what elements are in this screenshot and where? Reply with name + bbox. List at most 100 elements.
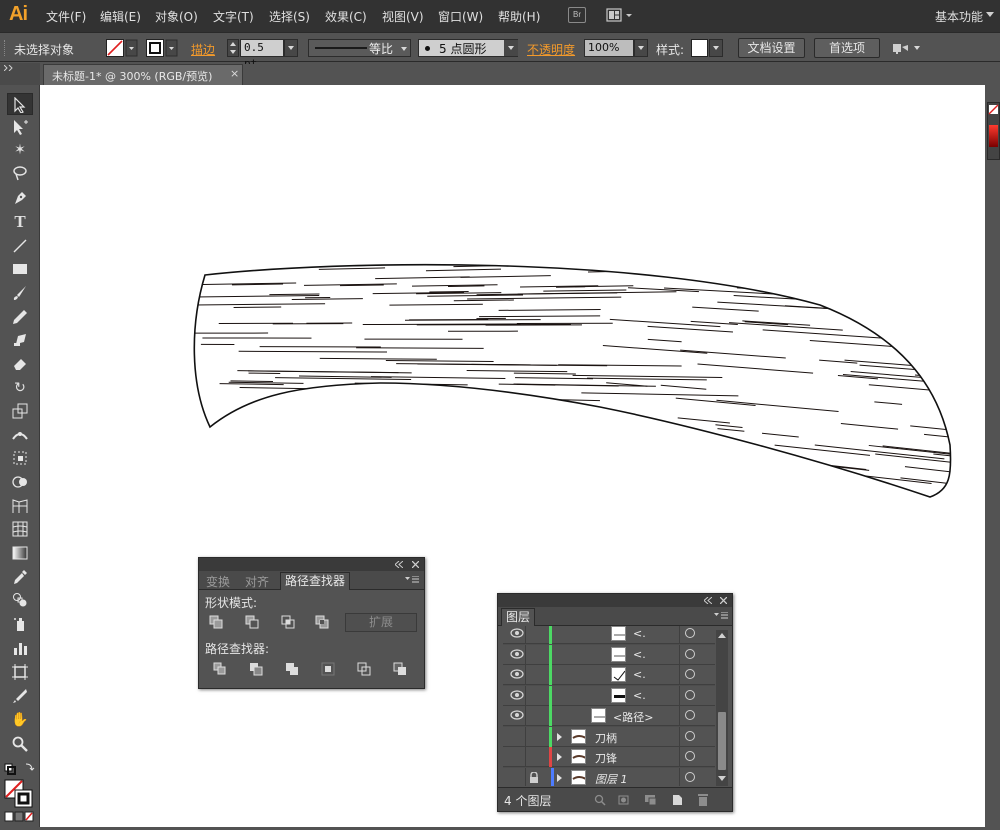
- stroke-weight-dropdown[interactable]: [284, 39, 298, 57]
- gradient-tool-icon[interactable]: [7, 542, 33, 564]
- visibility-eye-icon[interactable]: [510, 689, 524, 701]
- workspace-dropdown-icon[interactable]: [986, 12, 994, 18]
- opacity-dropdown[interactable]: [634, 39, 648, 57]
- artboard-tool-icon[interactable]: [7, 661, 33, 683]
- target-circle-icon[interactable]: [685, 772, 695, 782]
- opacity-label[interactable]: 不透明度: [527, 41, 575, 58]
- layer-row[interactable]: 刀柄: [503, 727, 715, 747]
- layer-row[interactable]: <.: [503, 645, 715, 665]
- menu-help[interactable]: 帮助(H): [498, 8, 540, 25]
- control-panel-menu-icon[interactable]: [892, 40, 922, 56]
- opacity-field[interactable]: 100%: [584, 39, 634, 57]
- tab-layers[interactable]: 图层: [501, 608, 535, 626]
- double-chevron-icon[interactable]: [4, 65, 14, 71]
- eraser-tool-icon[interactable]: [7, 353, 33, 375]
- menu-effect[interactable]: 效果(C): [325, 8, 367, 25]
- zoom-tool-icon[interactable]: [7, 733, 33, 755]
- type-tool-icon[interactable]: T: [7, 211, 33, 233]
- expand-arrow-icon[interactable]: [557, 753, 562, 761]
- paintbrush-tool-icon[interactable]: [7, 282, 33, 304]
- brush-definition[interactable]: 5 点圆形: [418, 39, 518, 57]
- fill-swatch-icon[interactable]: [106, 39, 138, 57]
- layer-row[interactable]: 刀锋: [503, 747, 715, 767]
- layer-name[interactable]: <.: [633, 668, 646, 681]
- layer-name[interactable]: <.: [633, 627, 646, 640]
- blob-brush-tool-icon[interactable]: [7, 329, 33, 351]
- layers-scrollbar[interactable]: [716, 630, 728, 786]
- pencil-tool-icon[interactable]: [7, 306, 33, 328]
- arrange-documents-icon[interactable]: [605, 6, 635, 25]
- eyedropper-tool-icon[interactable]: [7, 566, 33, 588]
- target-circle-icon[interactable]: [685, 628, 695, 638]
- menu-view[interactable]: 视图(V): [382, 8, 424, 25]
- line-segment-tool-icon[interactable]: [7, 235, 33, 257]
- selection-tool-icon[interactable]: [7, 93, 33, 115]
- scroll-up-icon[interactable]: [718, 632, 726, 638]
- fill-stroke-swatch-icon[interactable]: [4, 779, 34, 809]
- lasso-tool-icon[interactable]: [7, 162, 33, 184]
- layer-name[interactable]: <.: [633, 689, 646, 702]
- visibility-eye-icon[interactable]: [510, 627, 524, 639]
- target-circle-icon[interactable]: [685, 649, 695, 659]
- layer-name[interactable]: 图层 1: [595, 771, 628, 787]
- visibility-eye-icon[interactable]: [510, 648, 524, 660]
- toolbar-collapse-grip[interactable]: [0, 63, 40, 85]
- variable-width-profile[interactable]: 等比: [308, 39, 411, 57]
- layer-row[interactable]: <.: [503, 626, 715, 644]
- stroke-label[interactable]: 描边: [191, 41, 215, 58]
- symbol-sprayer-tool-icon[interactable]: [7, 613, 33, 635]
- scale-tool-icon[interactable]: [7, 400, 33, 422]
- column-graph-tool-icon[interactable]: [7, 637, 33, 659]
- panel-menu-icon[interactable]: [714, 612, 728, 620]
- tab-pathfinder[interactable]: 路径查找器: [280, 572, 350, 590]
- direct-selection-tool-icon[interactable]: [7, 116, 33, 138]
- panel-header[interactable]: [199, 558, 424, 571]
- docked-color-panel[interactable]: [987, 102, 1000, 160]
- close-icon[interactable]: ×: [230, 67, 239, 80]
- layer-name[interactable]: <路径>: [613, 709, 653, 725]
- perspective-grid-tool-icon[interactable]: [7, 495, 33, 517]
- tab-align[interactable]: 对齐: [245, 573, 269, 590]
- stroke-swatch-icon[interactable]: [146, 39, 178, 57]
- panel-menu-icon[interactable]: [405, 576, 419, 584]
- layer-row[interactable]: <.: [503, 665, 715, 685]
- preferences-button[interactable]: 首选项: [814, 38, 880, 58]
- rectangle-tool-icon[interactable]: [7, 258, 33, 280]
- shape-mode-buttons[interactable]: [209, 615, 339, 631]
- menu-file[interactable]: 文件(F): [46, 8, 86, 25]
- document-setup-button[interactable]: 文档设置: [738, 38, 805, 58]
- document-tab[interactable]: 未标题-1* @ 300% (RGB/预览) ×: [43, 64, 243, 85]
- menu-window[interactable]: 窗口(W): [438, 8, 483, 25]
- lock-icon[interactable]: [529, 772, 539, 784]
- stroke-weight-field[interactable]: 0.5 pt: [240, 39, 284, 57]
- free-transform-tool-icon[interactable]: [7, 447, 33, 469]
- stroke-weight-stepper-icon[interactable]: [227, 39, 239, 57]
- menu-select[interactable]: 选择(S): [269, 8, 310, 25]
- control-bar-grip[interactable]: [4, 40, 7, 56]
- target-circle-icon[interactable]: [685, 731, 695, 741]
- blend-tool-icon[interactable]: [7, 589, 33, 611]
- layer-row[interactable]: <路径>: [503, 706, 715, 726]
- layer-name[interactable]: 刀锋: [595, 750, 617, 766]
- graphic-style-dropdown[interactable]: [709, 39, 723, 57]
- layer-name[interactable]: 刀柄: [595, 730, 617, 746]
- swatch-dock-icon[interactable]: [988, 103, 999, 159]
- shape-builder-tool-icon[interactable]: [7, 471, 33, 493]
- close-icon[interactable]: [412, 561, 419, 568]
- target-circle-icon[interactable]: [685, 751, 695, 761]
- expand-button[interactable]: 扩展: [345, 613, 417, 632]
- menu-type[interactable]: 文字(T): [213, 8, 254, 25]
- layer-row[interactable]: <.: [503, 686, 715, 706]
- panel-header[interactable]: [498, 594, 732, 607]
- pen-tool-icon[interactable]: [7, 187, 33, 209]
- layers-footer-buttons[interactable]: [594, 793, 719, 807]
- pathfinder-buttons[interactable]: [213, 662, 413, 678]
- visibility-eye-icon[interactable]: [510, 668, 524, 680]
- scrollbar-thumb[interactable]: [718, 712, 726, 770]
- slice-tool-icon[interactable]: [7, 685, 33, 707]
- collapse-panel-icon[interactable]: [395, 561, 403, 568]
- target-circle-icon[interactable]: [685, 669, 695, 679]
- menu-object[interactable]: 对象(O): [155, 8, 198, 25]
- expand-arrow-icon[interactable]: [557, 733, 562, 741]
- graphic-style-swatch[interactable]: [691, 39, 708, 57]
